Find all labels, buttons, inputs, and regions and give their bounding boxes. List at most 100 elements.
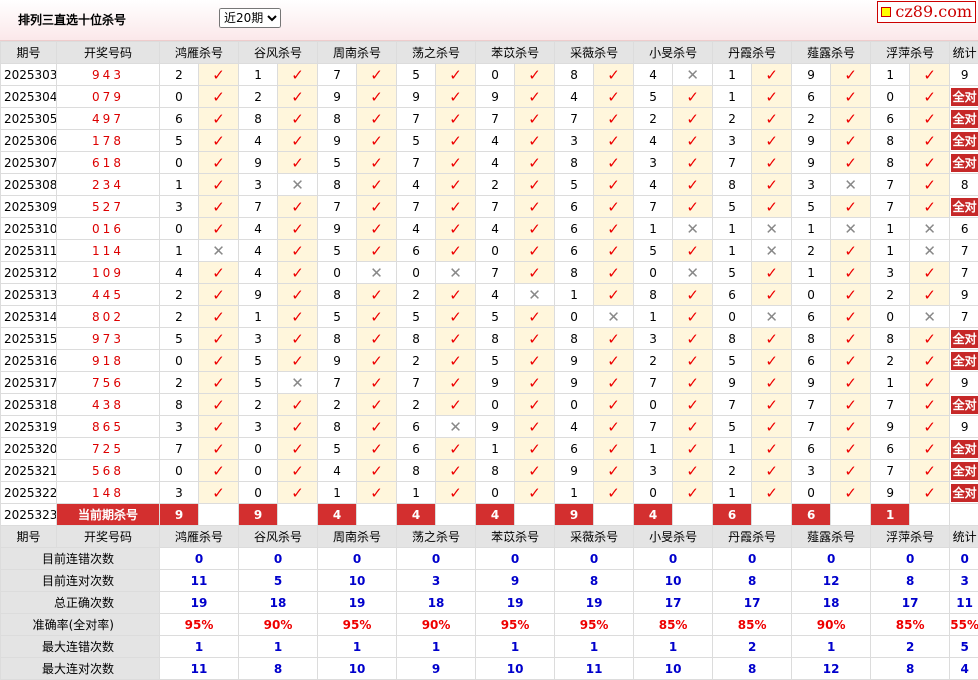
check-icon: ✓ xyxy=(752,152,792,174)
kill-digit-cell: 0 xyxy=(871,86,910,108)
kill-digit-cell: 9 xyxy=(792,130,831,152)
column-header-expert[interactable]: 鸿雁杀号 xyxy=(160,42,239,64)
column-header-expert[interactable]: 浮萍杀号 xyxy=(871,42,950,64)
check-icon: ✓ xyxy=(357,284,397,306)
kill-digit-cell: 3 xyxy=(634,328,673,350)
kill-digit-cell: 4 xyxy=(397,174,436,196)
column-header-expert[interactable]: 采薇杀号 xyxy=(555,42,634,64)
check-icon: ✓ xyxy=(278,284,318,306)
column-header-expert[interactable]: 小旻杀号 xyxy=(634,526,713,548)
column-header-expert[interactable]: 鸿雁杀号 xyxy=(160,526,239,548)
table-row: 20253076180✓9✓5✓7✓4✓8✓3✓7✓9✓8✓全对 xyxy=(1,152,978,174)
column-header-expert[interactable]: 苯苡杀号 xyxy=(476,526,555,548)
kill-digit-cell: 1 xyxy=(713,438,752,460)
current-kill-blank xyxy=(910,504,950,526)
all-correct-badge: 全对 xyxy=(951,132,978,150)
kill-digit-cell: 9 xyxy=(555,460,594,482)
kill-digit-cell: 2 xyxy=(160,64,199,86)
current-kill-blank xyxy=(752,504,792,526)
stat-row: 准确率(全对率)95%90%95%90%95%95%85%85%90%85%55… xyxy=(1,614,978,636)
issue-cell: 2025305 xyxy=(1,108,57,130)
kill-digit-cell: 7 xyxy=(713,152,752,174)
check-icon: ✓ xyxy=(278,64,318,86)
kill-digit-cell: 9 xyxy=(318,130,357,152)
column-header-expert[interactable]: 薤露杀号 xyxy=(792,42,871,64)
stat-value: 2 xyxy=(713,636,792,658)
draw-number-cell: 756 xyxy=(57,372,160,394)
check-icon: ✓ xyxy=(752,284,792,306)
column-header-stat: 统计 xyxy=(950,42,978,64)
kill-digit-cell: 5 xyxy=(318,438,357,460)
kill-digit-cell: 3 xyxy=(871,262,910,284)
kill-digit-cell: 1 xyxy=(871,218,910,240)
kill-digit-cell: 4 xyxy=(555,86,594,108)
kill-digit-cell: 8 xyxy=(555,64,594,86)
current-issue-cell: 2025323 xyxy=(1,504,57,526)
column-header-expert[interactable]: 荡之杀号 xyxy=(397,526,476,548)
kill-digit-cell: 7 xyxy=(792,394,831,416)
period-select[interactable]: 近20期 xyxy=(219,8,281,28)
stat-value: 85% xyxy=(713,614,792,636)
kill-digit-cell: 3 xyxy=(239,328,278,350)
column-header-expert[interactable]: 丹霞杀号 xyxy=(713,526,792,548)
column-header-expert[interactable]: 谷风杀号 xyxy=(239,526,318,548)
stat-label: 目前连错次数 xyxy=(1,548,160,570)
column-header-expert[interactable]: 荡之杀号 xyxy=(397,42,476,64)
column-header-expert[interactable]: 小旻杀号 xyxy=(634,42,713,64)
check-icon: ✓ xyxy=(278,86,318,108)
kill-digit-cell: 2 xyxy=(713,108,752,130)
stat-cell: 全对 xyxy=(950,130,978,152)
stat-cell: 6 xyxy=(950,218,978,240)
check-icon: ✓ xyxy=(594,240,634,262)
check-icon: ✓ xyxy=(831,482,871,504)
kill-digit-cell: 1 xyxy=(634,438,673,460)
column-header-expert[interactable]: 谷风杀号 xyxy=(239,42,318,64)
column-header-expert[interactable]: 苯苡杀号 xyxy=(476,42,555,64)
kill-digit-cell: 5 xyxy=(397,64,436,86)
column-header-expert[interactable]: 浮萍杀号 xyxy=(871,526,950,548)
site-logo[interactable]: cz89.com xyxy=(877,1,976,23)
kill-digit-cell: 3 xyxy=(160,482,199,504)
check-icon: ✓ xyxy=(752,328,792,350)
kill-digit-cell: 2 xyxy=(239,394,278,416)
cross-icon: ✕ xyxy=(752,240,792,262)
stat-value: 1 xyxy=(476,636,555,658)
current-kill-blank xyxy=(515,504,555,526)
column-header-expert[interactable]: 薤露杀号 xyxy=(792,526,871,548)
check-icon: ✓ xyxy=(278,416,318,438)
all-correct-badge: 全对 xyxy=(951,110,978,128)
kill-digit-cell: 7 xyxy=(476,262,515,284)
kill-digit-cell: 9 xyxy=(871,416,910,438)
stat-row: 最大连错次数11111112125 xyxy=(1,636,978,658)
column-header-expert[interactable]: 采薇杀号 xyxy=(555,526,634,548)
kill-digit-cell: 8 xyxy=(713,328,752,350)
kill-digit-cell: 7 xyxy=(397,108,436,130)
check-icon: ✓ xyxy=(831,328,871,350)
check-icon: ✓ xyxy=(199,372,239,394)
kill-digit-cell: 5 xyxy=(397,306,436,328)
stat-value: 1 xyxy=(160,636,239,658)
kill-digit-cell: 1 xyxy=(871,240,910,262)
column-header-expert[interactable]: 周南杀号 xyxy=(318,42,397,64)
kill-digit-cell: 7 xyxy=(555,108,594,130)
cross-icon: ✕ xyxy=(594,306,634,328)
kill-digit-cell: 0 xyxy=(239,460,278,482)
kill-digit-cell: 2 xyxy=(239,86,278,108)
issue-cell: 2025308 xyxy=(1,174,57,196)
kill-digit-cell: 6 xyxy=(397,416,436,438)
kill-digit-cell: 6 xyxy=(555,438,594,460)
stat-value: 17 xyxy=(713,592,792,614)
check-icon: ✓ xyxy=(278,350,318,372)
check-icon: ✓ xyxy=(752,130,792,152)
check-icon: ✓ xyxy=(357,416,397,438)
column-header-expert[interactable]: 周南杀号 xyxy=(318,526,397,548)
draw-number-cell: 725 xyxy=(57,438,160,460)
kill-digit-cell: 8 xyxy=(476,328,515,350)
column-header-expert[interactable]: 丹霞杀号 xyxy=(713,42,792,64)
stat-cell: 7 xyxy=(950,240,978,262)
kill-digit-cell: 0 xyxy=(871,306,910,328)
check-icon: ✓ xyxy=(673,482,713,504)
check-icon: ✓ xyxy=(673,416,713,438)
stat-value: 10 xyxy=(476,658,555,680)
table-row: 20253054976✓8✓8✓7✓7✓7✓2✓2✓2✓6✓全对 xyxy=(1,108,978,130)
